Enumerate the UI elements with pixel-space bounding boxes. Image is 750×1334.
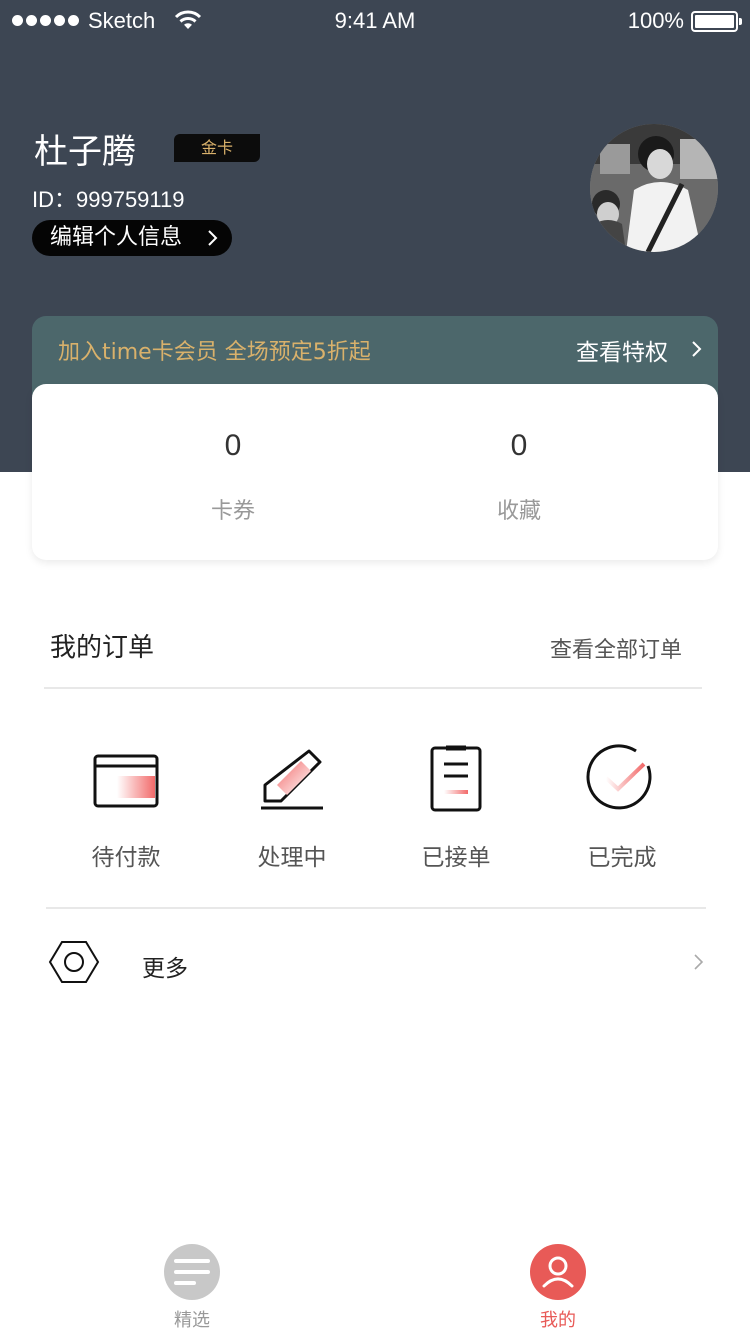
- divider: [46, 907, 706, 909]
- order-processing[interactable]: 处理中: [222, 740, 362, 872]
- stat-favorites[interactable]: 0 收藏: [419, 384, 619, 525]
- stat-coupons[interactable]: 0 卡券: [133, 384, 333, 525]
- tab-label: 精选: [174, 1310, 210, 1331]
- order-status-label: 已完成: [587, 845, 657, 871]
- order-accepted[interactable]: 已接单: [386, 740, 526, 872]
- battery-percentage: 100%: [627, 8, 684, 33]
- chevron-right-icon: [692, 341, 702, 357]
- user-id: ID：999759119: [32, 187, 185, 212]
- divider: [44, 687, 702, 689]
- status-bar: Sketch 9:41 AM 100%: [0, 0, 750, 44]
- tab-bar: 精选 我的: [0, 1234, 750, 1334]
- orders-title: 我的订单: [50, 633, 155, 663]
- membership-badge: 金卡: [174, 134, 260, 162]
- chevron-right-icon: [694, 954, 704, 970]
- order-status-label: 处理中: [257, 845, 327, 871]
- edit-profile-label: 编辑个人信息: [50, 225, 183, 250]
- stat-value: 0: [510, 429, 528, 462]
- tab-featured[interactable]: 精选: [132, 1244, 252, 1332]
- battery-icon: [691, 11, 742, 32]
- user-name: 杜子腾: [34, 132, 136, 172]
- membership-promo: 加入time卡会员 全场预定5折起: [58, 340, 371, 365]
- stat-label: 卡券: [210, 499, 255, 524]
- view-privileges-link[interactable]: 查看特权: [576, 333, 668, 367]
- avatar-photo: [590, 124, 718, 252]
- check-circle-icon: [586, 744, 652, 810]
- order-status-label: 待付款: [91, 845, 161, 871]
- tab-mine[interactable]: 我的: [498, 1244, 618, 1332]
- menu-lines-icon: [174, 1259, 210, 1285]
- wallet-icon: [93, 754, 159, 808]
- stat-value: 0: [224, 429, 242, 462]
- order-pending-payment[interactable]: 待付款: [56, 740, 196, 872]
- stats-card: 0 卡券 0 收藏: [32, 384, 718, 560]
- clipboard-icon: [430, 745, 482, 812]
- more-row[interactable]: 更多: [46, 930, 706, 996]
- hexagon-nut-icon: [48, 941, 100, 983]
- pencil-icon: [261, 749, 323, 810]
- order-completed[interactable]: 已完成: [552, 740, 692, 872]
- view-all-orders-link[interactable]: 查看全部订单: [550, 632, 682, 664]
- chevron-right-icon: [208, 230, 218, 246]
- tab-label: 我的: [540, 1310, 576, 1331]
- stat-label: 收藏: [496, 499, 541, 524]
- avatar[interactable]: [590, 124, 718, 252]
- order-status-label: 已接单: [421, 845, 491, 871]
- more-label: 更多: [142, 956, 188, 982]
- edit-profile-button[interactable]: 编辑个人信息: [32, 220, 232, 256]
- user-icon: [542, 1256, 574, 1288]
